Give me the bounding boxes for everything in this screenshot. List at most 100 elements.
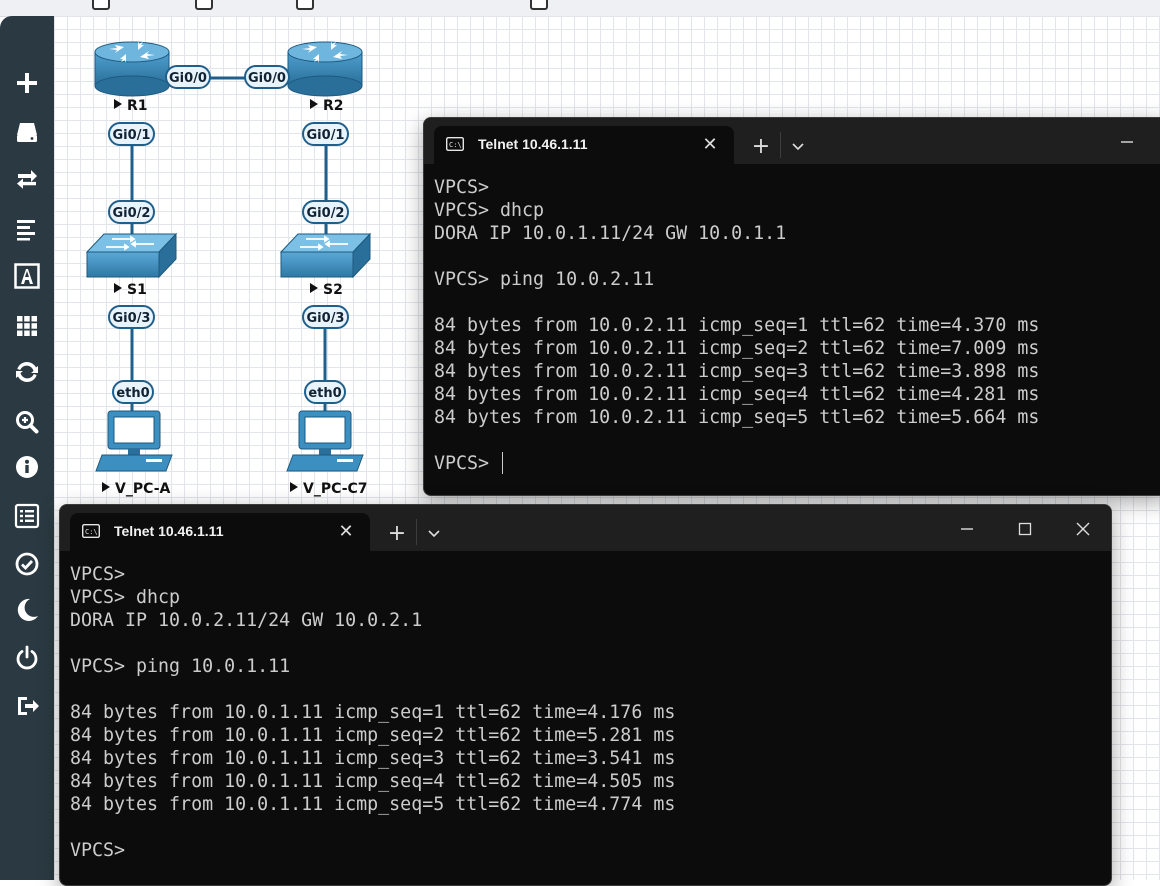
pc-v-pc-c7[interactable] bbox=[286, 410, 364, 472]
terminal-line: 84 bytes from 10.0.2.11 icmp_seq=4 ttl=6… bbox=[434, 383, 1159, 406]
terminal-line-text: 84 bytes from 10.0.1.11 icmp_seq=5 ttl=6… bbox=[70, 794, 676, 815]
moon-icon[interactable] bbox=[0, 590, 54, 630]
minimize-icon[interactable] bbox=[950, 515, 984, 543]
terminal-tab[interactable]: C:\ Telnet 10.46.1.11 ✕ bbox=[70, 513, 370, 551]
port-label-r2-gi01[interactable]: Gi0/1 bbox=[302, 122, 349, 146]
align-left-icon[interactable] bbox=[0, 209, 54, 249]
terminal-line-text: VPCS> bbox=[70, 564, 126, 585]
terminal-line: 84 bytes from 10.0.1.11 icmp_seq=5 ttl=6… bbox=[70, 793, 1101, 816]
terminal-line: 84 bytes from 10.0.1.11 icmp_seq=2 ttl=6… bbox=[70, 724, 1101, 747]
pc-v-pc-a[interactable] bbox=[95, 410, 173, 472]
close-tab-icon[interactable]: ✕ bbox=[698, 132, 722, 156]
browser-tab-icon[interactable] bbox=[530, 0, 548, 10]
terminal-line: 84 bytes from 10.0.2.11 icmp_seq=2 ttl=6… bbox=[434, 337, 1159, 360]
browser-tab-icon[interactable] bbox=[92, 0, 110, 10]
text-a-icon[interactable] bbox=[0, 256, 54, 296]
terminal-line-text: 84 bytes from 10.0.2.11 icmp_seq=5 ttl=6… bbox=[434, 407, 1040, 428]
power-icon[interactable] bbox=[0, 638, 54, 678]
r1-label: R1 bbox=[127, 98, 148, 114]
chevron-down-icon[interactable] bbox=[424, 523, 444, 543]
terminal-line: 84 bytes from 10.0.1.11 icmp_seq=3 ttl=6… bbox=[70, 747, 1101, 770]
terminal-window-bottom[interactable]: C:\ Telnet 10.46.1.11 ✕ + VPCS> VPCS> dhc… bbox=[59, 504, 1112, 886]
terminal-line-text: 84 bytes from 10.0.2.11 icmp_seq=2 ttl=6… bbox=[434, 338, 1040, 359]
terminal-line: 84 bytes from 10.0.1.11 icmp_seq=4 ttl=6… bbox=[70, 770, 1101, 793]
terminal-line-text: VPCS> dhcp bbox=[434, 200, 545, 221]
port-label-r1-gi01[interactable]: Gi0/1 bbox=[108, 122, 155, 146]
terminal-line: VPCS> bbox=[70, 839, 1101, 862]
browser-tab-icon[interactable] bbox=[296, 0, 314, 10]
terminal-line: DORA IP 10.0.2.11/24 GW 10.0.2.1 bbox=[70, 609, 1101, 632]
zoom-in-icon[interactable] bbox=[0, 402, 54, 442]
node-label-s1: S1 bbox=[114, 282, 147, 298]
terminal-window-top[interactable]: C:\ Telnet 10.46.1.11 ✕ + VPCS> VPCS> dhc… bbox=[423, 117, 1160, 496]
swap-arrows-icon[interactable] bbox=[0, 159, 54, 199]
browser-tab-icon[interactable] bbox=[195, 0, 213, 10]
grid-icon[interactable] bbox=[0, 306, 54, 346]
chevron-down-icon[interactable] bbox=[788, 136, 808, 156]
port-label-pc-c7-eth0[interactable]: eth0 bbox=[304, 380, 346, 404]
check-circle-icon[interactable] bbox=[0, 544, 54, 584]
terminal-line-text: VPCS> ping 10.0.2.11 bbox=[434, 269, 655, 290]
s2-label: S2 bbox=[323, 282, 343, 298]
pc-c7-label: V_PC-C7 bbox=[303, 481, 368, 497]
svg-text:Gi0/3: Gi0/3 bbox=[113, 311, 151, 326]
s1-label: S1 bbox=[127, 282, 147, 298]
terminal-line: 84 bytes from 10.0.2.11 icmp_seq=3 ttl=6… bbox=[434, 360, 1159, 383]
terminal-tab[interactable]: C:\ Telnet 10.46.1.11 ✕ bbox=[434, 126, 734, 164]
new-tab-icon[interactable]: + bbox=[749, 134, 773, 159]
port-label-s1-gi03[interactable]: Gi0/3 bbox=[108, 305, 155, 329]
terminal-line-text: VPCS> dhcp bbox=[70, 587, 181, 608]
svg-text:C:\: C:\ bbox=[85, 528, 98, 536]
terminal-output[interactable]: VPCS> VPCS> dhcp DORA IP 10.0.2.11/24 GW 1… bbox=[70, 563, 1101, 885]
close-window-icon[interactable] bbox=[1066, 515, 1100, 543]
port-label-s2-gi02[interactable]: Gi0/2 bbox=[302, 200, 349, 224]
browser-top-strip bbox=[0, 0, 1160, 17]
divider bbox=[780, 132, 781, 158]
svg-text:eth0: eth0 bbox=[308, 386, 341, 401]
command-prompt-icon: C:\ bbox=[446, 137, 464, 151]
terminal-line: VPCS> bbox=[70, 563, 1101, 586]
terminal-line-text: 84 bytes from 10.0.1.11 icmp_seq=3 ttl=6… bbox=[70, 748, 676, 769]
terminal-titlebar[interactable]: C:\ Telnet 10.46.1.11 ✕ + bbox=[60, 505, 1111, 551]
terminal-line-text: 84 bytes from 10.0.2.11 icmp_seq=3 ttl=6… bbox=[434, 361, 1040, 382]
close-tab-icon[interactable]: ✕ bbox=[334, 519, 358, 543]
port-label-r2-gi00[interactable]: Gi0/0 bbox=[244, 65, 290, 89]
svg-text:Gi0/3: Gi0/3 bbox=[307, 311, 345, 326]
terminal-line: VPCS> dhcp bbox=[434, 199, 1159, 222]
switch-s1[interactable] bbox=[85, 232, 178, 279]
terminal-titlebar[interactable]: C:\ Telnet 10.46.1.11 ✕ + bbox=[424, 118, 1160, 164]
terminal-line: VPCS> ping 10.0.1.11 bbox=[70, 655, 1101, 678]
terminal-line-text: VPCS> bbox=[434, 453, 501, 474]
terminal-line: VPCS> dhcp bbox=[70, 586, 1101, 609]
port-label-r1-gi00[interactable]: Gi0/0 bbox=[165, 65, 211, 89]
plus-icon[interactable] bbox=[0, 63, 54, 103]
router-r2[interactable] bbox=[287, 41, 363, 97]
eve-sidebar bbox=[0, 16, 54, 880]
hard-drive-icon[interactable] bbox=[0, 112, 54, 152]
new-tab-icon[interactable]: + bbox=[385, 521, 409, 546]
port-label-s2-gi03[interactable]: Gi0/3 bbox=[302, 305, 349, 329]
terminal-line-text: 84 bytes from 10.0.2.11 icmp_seq=4 ttl=6… bbox=[434, 384, 1040, 405]
node-label-pc-a: V_PC-A bbox=[102, 481, 171, 497]
minimize-icon[interactable] bbox=[1110, 128, 1144, 156]
port-label-s1-gi02[interactable]: Gi0/2 bbox=[108, 200, 155, 224]
info-icon[interactable] bbox=[0, 447, 54, 487]
maximize-icon[interactable] bbox=[1008, 515, 1042, 543]
terminal-line-text: 84 bytes from 10.0.2.11 icmp_seq=1 ttl=6… bbox=[434, 315, 1040, 336]
pc-a-label: V_PC-A bbox=[115, 481, 171, 497]
port-label-pc-a-eth0[interactable]: eth0 bbox=[112, 380, 154, 404]
terminal-output[interactable]: VPCS> VPCS> dhcp DORA IP 10.0.1.11/24 GW 1… bbox=[434, 176, 1159, 495]
switch-s2[interactable] bbox=[279, 232, 372, 279]
list-icon[interactable] bbox=[0, 496, 54, 536]
terminal-line: VPCS> bbox=[434, 452, 1159, 475]
svg-text:Gi0/0: Gi0/0 bbox=[169, 71, 207, 86]
terminal-line: VPCS> ping 10.0.2.11 bbox=[434, 268, 1159, 291]
logout-icon[interactable] bbox=[0, 686, 54, 726]
router-r1[interactable] bbox=[94, 41, 170, 97]
refresh-icon[interactable] bbox=[0, 352, 54, 392]
tab-title: Telnet 10.46.1.11 bbox=[478, 136, 588, 152]
